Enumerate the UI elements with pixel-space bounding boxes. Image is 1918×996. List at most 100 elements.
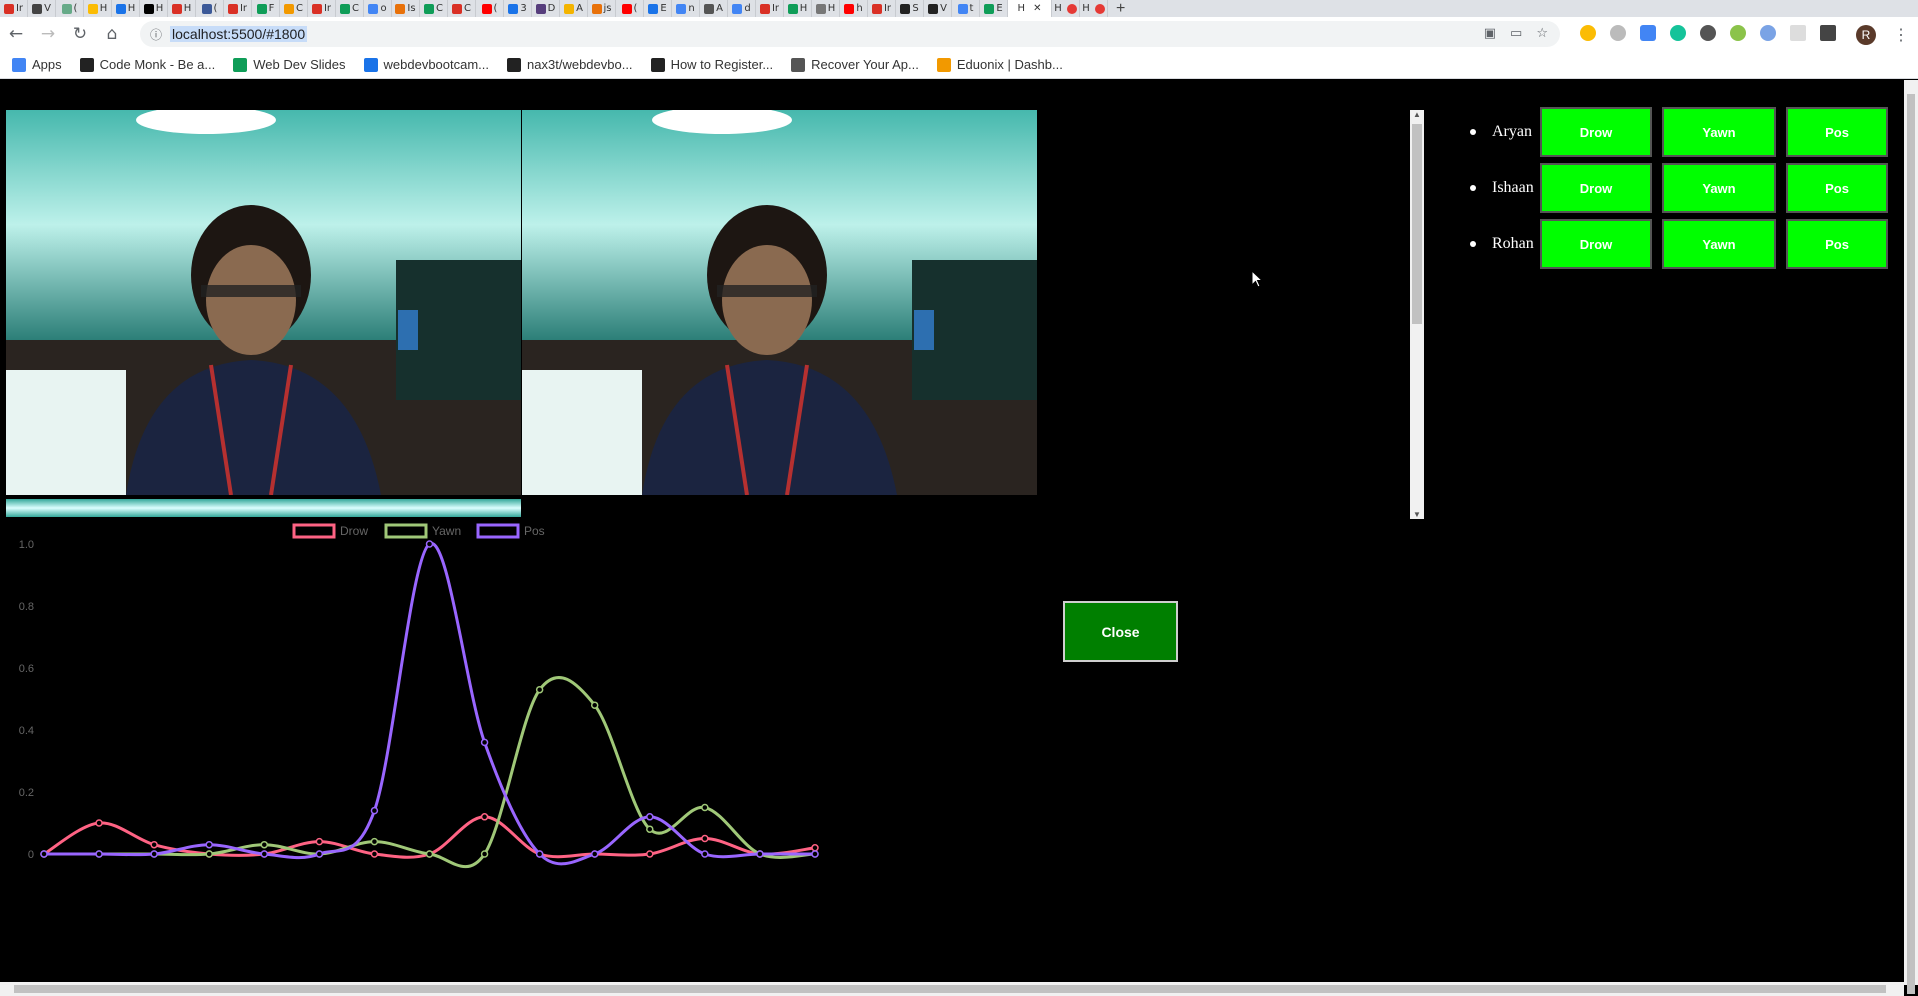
- star-icon[interactable]: ☆: [1536, 26, 1548, 41]
- new-tab-button[interactable]: +: [1116, 0, 1125, 17]
- bookmark-item[interactable]: Recover Your Ap...: [791, 57, 919, 72]
- browser-tab[interactable]: n: [672, 0, 700, 17]
- browser-tab[interactable]: V: [28, 0, 56, 17]
- browser-tab[interactable]: (: [476, 0, 504, 17]
- forward-icon[interactable]: →: [32, 18, 64, 50]
- recording-icon: [1066, 3, 1077, 14]
- menu-icon[interactable]: ⋮: [1893, 25, 1909, 45]
- browser-tab[interactable]: H: [784, 0, 812, 17]
- yawn-status-button[interactable]: Yawn: [1662, 163, 1776, 213]
- browser-tab[interactable]: C: [280, 0, 308, 17]
- browser-tab[interactable]: A: [560, 0, 588, 17]
- browser-tab[interactable]: D: [532, 0, 560, 17]
- tab-label: H: [183, 3, 192, 14]
- browser-tab[interactable]: Ir: [224, 0, 252, 17]
- browser-tab[interactable]: h: [840, 0, 868, 17]
- extension-icon[interactable]: [1730, 25, 1746, 41]
- browser-tab[interactable]: Is: [392, 0, 420, 17]
- drow-status-button[interactable]: Drow: [1540, 219, 1652, 269]
- browser-tab[interactable]: js: [588, 0, 616, 17]
- browser-tab[interactable]: H: [1052, 0, 1080, 17]
- browser-tab[interactable]: H: [812, 0, 840, 17]
- yawn-status-button[interactable]: Yawn: [1662, 107, 1776, 157]
- pos-status-button[interactable]: Pos: [1786, 107, 1888, 157]
- tab-favicon-icon: [957, 3, 968, 14]
- tab-label: V: [44, 3, 51, 14]
- browser-tab[interactable]: C: [420, 0, 448, 17]
- scroll-up-icon[interactable]: ▲: [1413, 110, 1421, 119]
- browser-tab[interactable]: Ir: [868, 0, 896, 17]
- bookmark-item[interactable]: webdevbootcam...: [363, 57, 489, 72]
- browser-tab[interactable]: E: [980, 0, 1008, 17]
- browser-tab[interactable]: Ir: [308, 0, 336, 17]
- pos-status-button[interactable]: Pos: [1786, 163, 1888, 213]
- tab-label: h: [856, 3, 863, 14]
- browser-tab[interactable]: (: [196, 0, 224, 17]
- browser-tab[interactable]: H: [112, 0, 140, 17]
- browser-tab[interactable]: E: [644, 0, 672, 17]
- video-scrollbar[interactable]: ▲ ▼: [1410, 110, 1424, 519]
- extension-icon[interactable]: [1700, 25, 1716, 41]
- extension-icon[interactable]: [1580, 25, 1596, 41]
- extension-icon[interactable]: [1790, 25, 1806, 41]
- media-icon[interactable]: [1820, 25, 1836, 41]
- bookmark-item[interactable]: Web Dev Slides: [233, 57, 346, 72]
- bookmark-item[interactable]: Code Monk - Be a...: [79, 57, 215, 72]
- scrollbar-thumb[interactable]: [1907, 94, 1915, 994]
- browser-tab[interactable]: (: [56, 0, 84, 17]
- browser-tab[interactable]: Ir: [0, 0, 28, 17]
- close-button[interactable]: Close: [1063, 601, 1178, 662]
- browser-tab[interactable]: C: [336, 0, 364, 17]
- bookmark-item[interactable]: Apps: [12, 57, 62, 72]
- browser-tab[interactable]: H: [1080, 0, 1108, 17]
- grammarly-icon[interactable]: [1670, 25, 1686, 41]
- home-icon[interactable]: ⌂: [96, 18, 128, 50]
- data-point: [370, 806, 379, 815]
- browser-tab[interactable]: S: [896, 0, 924, 17]
- translate-icon[interactable]: [1640, 25, 1656, 41]
- browser-tab[interactable]: t: [952, 0, 980, 17]
- pos-status-button[interactable]: Pos: [1786, 219, 1888, 269]
- browser-tab[interactable]: H: [168, 0, 196, 17]
- browser-tab[interactable]: 3: [504, 0, 532, 17]
- y-tick-label: 0.2: [19, 787, 34, 799]
- tab-favicon-icon: [564, 3, 575, 14]
- drow-status-button[interactable]: Drow: [1540, 107, 1652, 157]
- bookmark-item[interactable]: Eduonix | Dashb...: [936, 57, 1063, 72]
- page-vertical-scrollbar[interactable]: [1904, 80, 1918, 994]
- bookmark-favicon-icon: [79, 57, 94, 72]
- reload-icon[interactable]: ↻: [64, 18, 96, 50]
- address-bar[interactable]: ⓘ localhost:5500/#1800 ▣ ▭ ☆: [140, 21, 1560, 47]
- browser-tab[interactable]: V: [924, 0, 952, 17]
- cast-icon[interactable]: ▭: [1510, 26, 1522, 41]
- browser-tab[interactable]: Ir: [756, 0, 784, 17]
- extension-icon[interactable]: [1610, 25, 1626, 41]
- browser-tab[interactable]: (: [616, 0, 644, 17]
- bookmark-item[interactable]: nax3t/webdevbo...: [507, 57, 633, 72]
- camera-icon[interactable]: ▣: [1484, 26, 1496, 41]
- browser-tab[interactable]: F: [252, 0, 280, 17]
- drow-status-button[interactable]: Drow: [1540, 163, 1652, 213]
- browser-tab[interactable]: H: [84, 0, 112, 17]
- browser-tab[interactable]: H: [140, 0, 168, 17]
- page-horizontal-scrollbar[interactable]: [0, 982, 1904, 996]
- browser-tab-active[interactable]: H ✕: [1008, 0, 1052, 17]
- scrollbar-thumb[interactable]: [1412, 124, 1422, 324]
- browser-tab[interactable]: o: [364, 0, 392, 17]
- info-icon[interactable]: ⓘ: [150, 26, 162, 43]
- scrollbar-thumb[interactable]: [14, 985, 1886, 993]
- data-point: [646, 850, 654, 858]
- browser-tab[interactable]: d: [728, 0, 756, 17]
- back-icon[interactable]: ←: [0, 18, 32, 50]
- browser-tab[interactable]: A: [700, 0, 728, 17]
- tab-favicon-icon: [787, 3, 798, 14]
- yawn-status-button[interactable]: Yawn: [1662, 219, 1776, 269]
- extension-icon[interactable]: [1760, 25, 1776, 41]
- avatar[interactable]: R: [1856, 25, 1876, 45]
- browser-tab[interactable]: C: [448, 0, 476, 17]
- bookmark-item[interactable]: How to Register...: [650, 57, 773, 72]
- scroll-down-icon[interactable]: ▼: [1413, 510, 1421, 519]
- tab-favicon-icon: [284, 3, 294, 14]
- close-tab-icon[interactable]: ✕: [1033, 3, 1041, 14]
- data-point: [811, 850, 819, 858]
